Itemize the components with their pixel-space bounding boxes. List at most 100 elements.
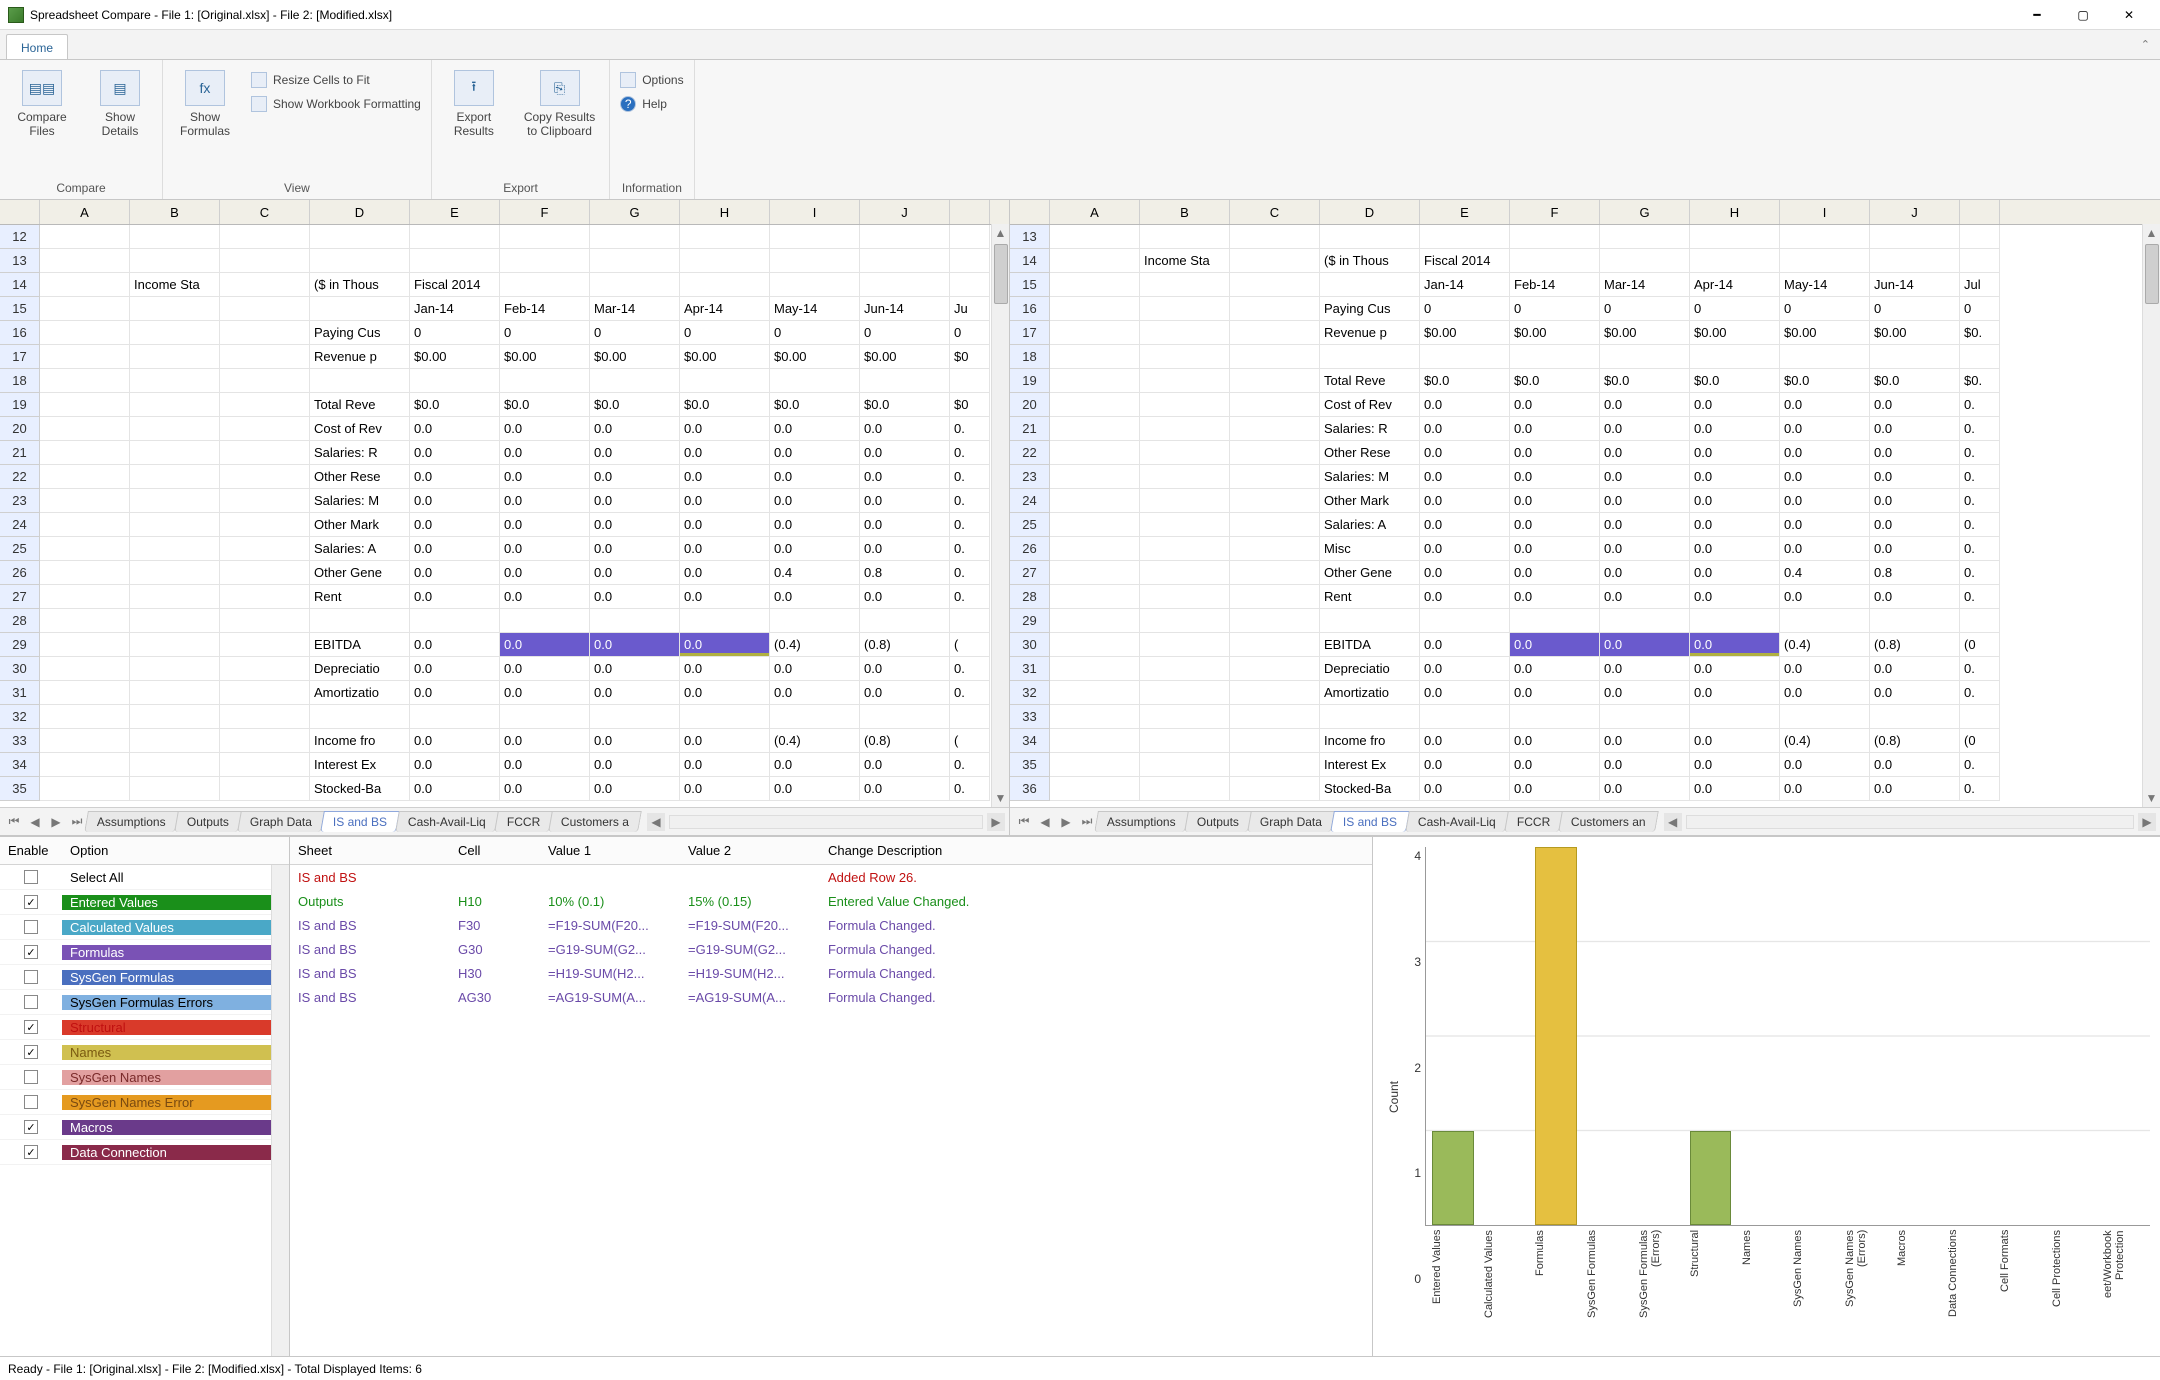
cell-E36[interactable]: 0.0 (1420, 777, 1510, 801)
cell-B35[interactable] (130, 777, 220, 801)
row-header-27[interactable]: 27 (1010, 561, 1050, 585)
cell-B18[interactable] (130, 369, 220, 393)
col-header-D[interactable]: D (1320, 200, 1420, 224)
option-checkbox[interactable]: ✓ (24, 1020, 38, 1034)
cell-H19[interactable]: $0.0 (1690, 369, 1780, 393)
cell-J35[interactable]: 0.0 (860, 777, 950, 801)
cell-K32[interactable] (950, 705, 990, 729)
cell-A36[interactable] (1050, 777, 1140, 801)
cell-E31[interactable]: 0.0 (1420, 657, 1510, 681)
cell-B34[interactable] (1140, 729, 1230, 753)
cell-B29[interactable] (130, 633, 220, 657)
cell-A18[interactable] (40, 369, 130, 393)
cell-C22[interactable] (1230, 441, 1320, 465)
col-header-J[interactable]: J (1870, 200, 1960, 224)
cell-H22[interactable]: 0.0 (680, 465, 770, 489)
cell-F31[interactable]: 0.0 (1510, 657, 1600, 681)
cell-G34[interactable]: 0.0 (590, 753, 680, 777)
sheet-nav-first-icon[interactable]: ⏮ (4, 814, 24, 829)
cell-G23[interactable]: 0.0 (590, 489, 680, 513)
cell-D23[interactable]: Salaries: M (1320, 465, 1420, 489)
diff-row[interactable]: Outputs H10 10% (0.1) 15% (0.15) Entered… (290, 889, 1372, 913)
option-checkbox[interactable] (24, 995, 38, 1009)
cell-K35[interactable]: 0. (950, 777, 990, 801)
cell-F24[interactable]: 0.0 (500, 513, 590, 537)
cell-I13[interactable] (1780, 225, 1870, 249)
cell-I33[interactable]: (0.4) (770, 729, 860, 753)
sheet-tab[interactable]: Graph Data (1247, 811, 1335, 832)
row-header-20[interactable]: 20 (0, 417, 40, 441)
cell-A12[interactable] (40, 225, 130, 249)
cell-I18[interactable] (1780, 345, 1870, 369)
cell-D20[interactable]: Cost of Rev (1320, 393, 1420, 417)
scroll-right-icon[interactable]: ▶ (2138, 813, 2156, 831)
col-header-E[interactable]: E (1420, 200, 1510, 224)
cell-G26[interactable]: 0.0 (590, 561, 680, 585)
col-header-partial[interactable] (950, 200, 990, 224)
cell-E17[interactable]: $0.00 (410, 345, 500, 369)
cell-H15[interactable]: Apr-14 (1690, 273, 1780, 297)
cell-I28[interactable] (770, 609, 860, 633)
option-checkbox[interactable]: ✓ (24, 1120, 38, 1134)
row-header-27[interactable]: 27 (0, 585, 40, 609)
option-row[interactable]: ✓ Formulas (0, 940, 289, 965)
option-row[interactable]: SysGen Formulas (0, 965, 289, 990)
cell-E15[interactable]: Jan-14 (410, 297, 500, 321)
cell-C29[interactable] (1230, 609, 1320, 633)
cell-K22[interactable]: 0. (950, 465, 990, 489)
cell-J27[interactable]: 0.0 (860, 585, 950, 609)
cell-A27[interactable] (40, 585, 130, 609)
cell-B27[interactable] (130, 585, 220, 609)
cell-H23[interactable]: 0.0 (680, 489, 770, 513)
cell-F24[interactable]: 0.0 (1510, 489, 1600, 513)
row-header-24[interactable]: 24 (1010, 489, 1050, 513)
cell-H20[interactable]: 0.0 (1690, 393, 1780, 417)
cell-D16[interactable]: Paying Cus (1320, 297, 1420, 321)
cell-K25[interactable]: 0. (1960, 513, 2000, 537)
cell-A23[interactable] (1050, 465, 1140, 489)
cell-J33[interactable]: (0.8) (860, 729, 950, 753)
cell-E12[interactable] (410, 225, 500, 249)
show-workbook-formatting-button[interactable]: Show Workbook Formatting (251, 96, 421, 112)
cell-H32[interactable] (680, 705, 770, 729)
cell-C16[interactable] (220, 321, 310, 345)
cell-D21[interactable]: Salaries: R (1320, 417, 1420, 441)
cell-H33[interactable] (1690, 705, 1780, 729)
sheet-tab[interactable]: Cash-Avail-Liq (1405, 811, 1509, 832)
cell-H27[interactable]: 0.0 (680, 585, 770, 609)
cell-G21[interactable]: 0.0 (590, 441, 680, 465)
compare-files-button[interactable]: ▤▤Compare Files (10, 66, 74, 142)
cell-J34[interactable]: 0.0 (860, 753, 950, 777)
cell-K20[interactable]: 0. (1960, 393, 2000, 417)
cell-C13[interactable] (1230, 225, 1320, 249)
resize-cells-button[interactable]: Resize Cells to Fit (251, 72, 421, 88)
row-header-15[interactable]: 15 (1010, 273, 1050, 297)
cell-J16[interactable]: 0 (860, 321, 950, 345)
sheet-tab[interactable]: FCCR (1504, 811, 1563, 832)
cell-D34[interactable]: Interest Ex (310, 753, 410, 777)
row-header-32[interactable]: 32 (0, 705, 40, 729)
cell-D31[interactable]: Depreciatio (1320, 657, 1420, 681)
row-header-35[interactable]: 35 (1010, 753, 1050, 777)
cell-C17[interactable] (220, 345, 310, 369)
cell-H13[interactable] (680, 249, 770, 273)
cell-J19[interactable]: $0.0 (860, 393, 950, 417)
cell-K19[interactable]: $0 (950, 393, 990, 417)
sheet-tab[interactable]: Outputs (1184, 811, 1252, 832)
grid-body[interactable]: 121314Income Sta($ in ThousFiscal 201415… (0, 225, 1009, 807)
cell-I35[interactable]: 0.0 (1780, 753, 1870, 777)
cell-C31[interactable] (220, 681, 310, 705)
col-header-H[interactable]: H (1690, 200, 1780, 224)
col-header-J[interactable]: J (860, 200, 950, 224)
cell-D17[interactable]: Revenue p (310, 345, 410, 369)
cell-C23[interactable] (220, 489, 310, 513)
cell-F14[interactable] (1510, 249, 1600, 273)
cell-E20[interactable]: 0.0 (410, 417, 500, 441)
cell-A13[interactable] (1050, 225, 1140, 249)
cell-G15[interactable]: Mar-14 (590, 297, 680, 321)
cell-K13[interactable] (1960, 225, 2000, 249)
cell-H14[interactable] (680, 273, 770, 297)
cell-I17[interactable]: $0.00 (770, 345, 860, 369)
cell-F22[interactable]: 0.0 (1510, 441, 1600, 465)
row-header-32[interactable]: 32 (1010, 681, 1050, 705)
